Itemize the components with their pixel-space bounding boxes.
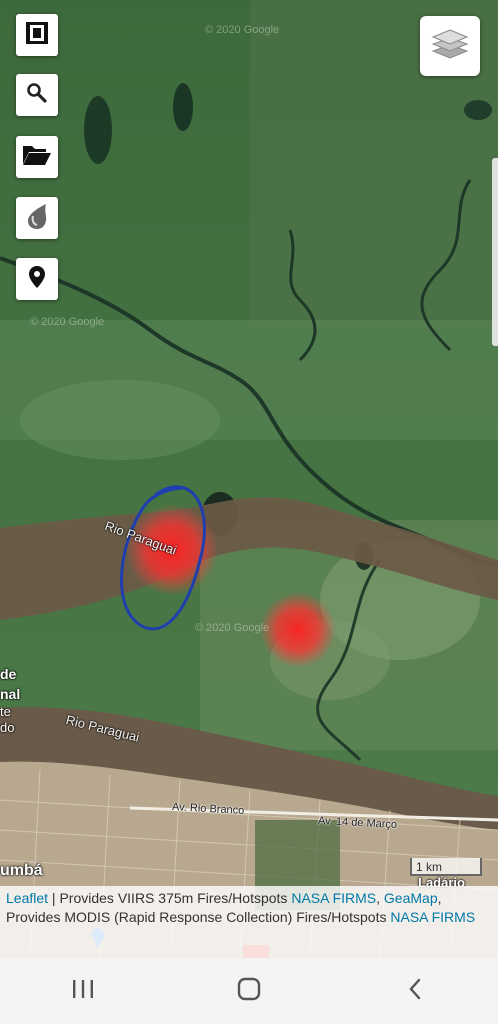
- recent-apps-icon: [71, 978, 95, 1005]
- side-label: do: [0, 720, 15, 735]
- search-icon: [26, 82, 48, 109]
- attribution-text: ,: [376, 890, 384, 906]
- attribution-text: | Provides VIIRS 375m Fires/Hotspots: [48, 890, 292, 906]
- satellite-map[interactable]: © 2020 Google © 2020 Google © 2020 Googl…: [0, 0, 498, 958]
- search-button[interactable]: [16, 74, 58, 116]
- basemap-button[interactable]: [16, 14, 58, 56]
- recent-apps-button[interactable]: [53, 966, 113, 1016]
- fire-hotspot-2: [260, 592, 336, 668]
- back-icon: [406, 977, 424, 1006]
- side-label: de: [0, 666, 17, 682]
- home-button[interactable]: [219, 966, 279, 1016]
- layers-icon: [431, 27, 469, 66]
- map-marker-icon: [28, 265, 46, 294]
- imagery-watermark: © 2020 Google: [195, 622, 270, 634]
- scroll-handle[interactable]: [492, 158, 498, 346]
- layers-button[interactable]: [420, 16, 480, 76]
- open-folder-button[interactable]: [16, 136, 58, 178]
- attribution: Leaflet | Provides VIIRS 375m Fires/Hots…: [0, 886, 498, 958]
- drop-icon: [24, 202, 50, 235]
- leaflet-link[interactable]: Leaflet: [6, 890, 48, 906]
- side-label: te: [0, 704, 11, 719]
- imagery-watermark: © 2020 Google: [205, 24, 280, 36]
- satellite-imagery: [0, 0, 498, 958]
- nasa-firms-link[interactable]: NASA FIRMS: [390, 909, 475, 925]
- home-icon: [236, 976, 262, 1007]
- folder-open-icon: [22, 143, 52, 172]
- map-frame-icon: [24, 20, 50, 51]
- geamap-link[interactable]: GeaMap: [384, 890, 438, 906]
- scale-bar: 1 km: [410, 858, 482, 876]
- city-label: umbá: [0, 862, 43, 879]
- side-label: nal: [0, 686, 21, 702]
- back-button[interactable]: [385, 966, 445, 1016]
- imagery-watermark: © 2020 Google: [30, 316, 105, 328]
- system-navigation-bar: [0, 958, 498, 1024]
- location-button[interactable]: [16, 258, 58, 300]
- nasa-firms-link[interactable]: NASA FIRMS: [291, 890, 376, 906]
- drop-button[interactable]: [16, 197, 58, 239]
